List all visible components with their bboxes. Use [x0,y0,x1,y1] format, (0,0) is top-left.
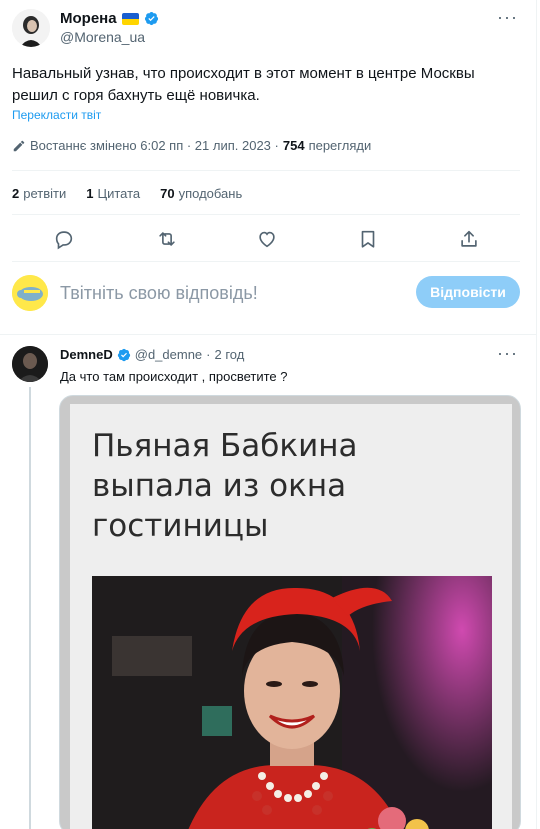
quotes-label: Цитата [97,186,141,201]
more-options-icon[interactable]: ··· [497,344,518,362]
likes-stat[interactable]: 70 уподобань [160,186,242,201]
reply-button[interactable]: Відповісти [416,276,520,308]
verified-badge-icon [117,348,130,361]
views-label: перегляди [308,138,372,153]
reply-header: DemneD @d_demne · 2 год [60,347,244,362]
edited-timestamp[interactable]: Востаннє змінено 6:02 пп · 21 лип. 2023 … [30,138,279,153]
bookmark-icon[interactable] [357,228,379,250]
ukraine-flag-icon [121,12,139,25]
tweet-meta: Востаннє змінено 6:02 пп · 21 лип. 2023 … [12,138,371,153]
translate-link[interactable]: Перекласти твіт [12,108,101,122]
reply-author-name[interactable]: DemneD [60,347,113,362]
views-count: 754 [282,138,305,153]
media-photo [92,576,492,829]
reply-composer-input[interactable]: Твітніть свою відповідь! [60,283,258,304]
author-name[interactable]: Морена [60,10,117,27]
author-handle[interactable]: @Morena_ua [60,29,145,45]
tweet-text: Навальный узнав, что происходит в этот м… [12,65,475,104]
reply-timestamp[interactable]: 2 год [215,347,245,362]
action-bar [0,228,537,252]
divider [12,261,520,262]
retweets-count: 2 [12,186,20,201]
reply-media[interactable]: Пьяная Бабкина выпала из окна гостиницы [59,395,521,829]
tweet-thread: Морена @Morena_ua ··· Навальный узнав, ч… [0,0,537,829]
retweets-stat[interactable]: 2 ретвіти [12,186,66,201]
reply-icon[interactable] [53,228,75,250]
thread-line [29,387,31,829]
likes-count: 70 [160,186,175,201]
like-icon[interactable] [256,228,278,250]
media-headline: Пьяная Бабкина выпала из окна гостиницы [92,428,358,544]
separator-dot: · [206,347,211,362]
likes-label: уподобань [178,186,243,201]
reply-author-handle[interactable]: @d_demne [135,347,202,362]
divider [0,334,536,335]
current-user-avatar[interactable] [12,275,48,311]
media-screenshot: Пьяная Бабкина выпала из окна гостиницы [70,404,512,829]
reply-author-avatar[interactable] [12,346,48,382]
author-name-row[interactable]: Морена [60,10,159,27]
divider [12,170,520,171]
retweets-label: ретвіти [23,186,67,201]
retweet-icon[interactable] [156,228,178,250]
engagement-stats: 2 ретвіти 1 Цитата 70 уподобань [12,186,242,201]
quotes-stat[interactable]: 1 Цитата [86,186,140,201]
reply-text: Да что там происходит , просветите ? [60,369,288,384]
author-avatar[interactable] [12,9,50,47]
pencil-icon [13,140,25,151]
verified-badge-icon [144,11,158,26]
divider [12,214,520,215]
quotes-count: 1 [86,186,94,201]
share-icon[interactable] [458,228,480,250]
more-options-icon[interactable]: ··· [497,8,518,26]
